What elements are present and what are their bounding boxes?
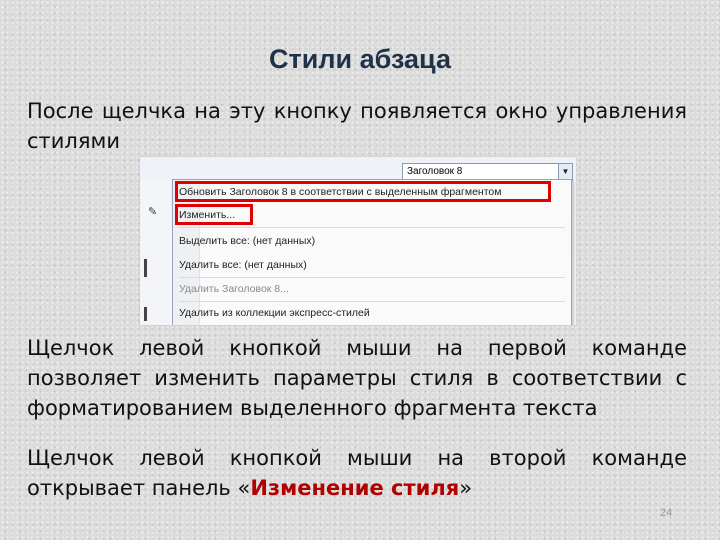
menu-separator (179, 301, 565, 302)
style-menu-screenshot: Заголовок 8 ▼ Обновить Заголовок 8 в соо… (140, 157, 576, 325)
menu-separator (179, 277, 565, 278)
paragraph-first-command: Щелчок левой кнопкой мыши на первой кома… (27, 336, 687, 420)
document-margin (140, 179, 170, 325)
slide-title: Стили абзаца (269, 44, 451, 74)
highlight-box-modify (175, 204, 253, 225)
highlight-box-update (175, 181, 551, 202)
style-selector-value: Заголовок 8 (407, 166, 463, 177)
edit-style-icon: ✎ (148, 206, 158, 218)
paragraph-second-command: Щелчок левой кнопкой мыши на второй кома… (27, 443, 687, 503)
menu-item-remove-from-gallery[interactable]: Удалить из коллекции экспресс-стилей (179, 307, 370, 319)
text-cursor-mark (144, 307, 147, 321)
intro-paragraph: После щелчка на эту кнопку появляется ок… (27, 99, 687, 153)
text-cursor-mark (144, 259, 147, 277)
style-context-menu: Обновить Заголовок 8 в соответствии с вы… (172, 179, 572, 325)
page-number: 24 (660, 507, 673, 519)
menu-item-select-all[interactable]: Выделить все: (нет данных) (179, 235, 315, 247)
dropdown-arrow-icon[interactable]: ▼ (558, 164, 572, 180)
menu-item-delete-style[interactable]: Удалить Заголовок 8... (179, 283, 289, 295)
menu-separator (179, 227, 565, 228)
para3-emphasis: Изменение стиля (250, 476, 460, 500)
para3-close: » (459, 476, 473, 500)
menu-item-delete-all[interactable]: Удалить все: (нет данных) (179, 259, 307, 271)
